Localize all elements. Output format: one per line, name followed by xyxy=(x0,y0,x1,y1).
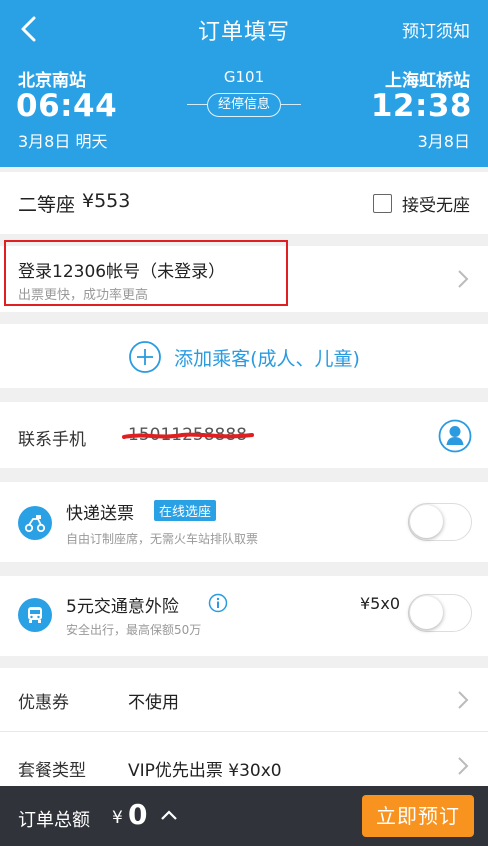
login-12306-row[interactable]: 登录12306帐号（未登录） 出票更快，成功率更高 xyxy=(0,246,488,312)
ticket-delivery-row: 快递送票 在线选座 自由订制座席，无需火车站排队取票 xyxy=(0,482,488,562)
login-subtitle: 出票更快，成功率更高 xyxy=(18,288,149,303)
redaction-scribble xyxy=(122,432,254,439)
insurance-price: ¥5x0 xyxy=(359,594,400,613)
order-total-value: 0 xyxy=(128,798,148,831)
coupon-value: 不使用 xyxy=(128,693,179,713)
divider-left xyxy=(187,104,207,105)
accept-no-seat-label: 接受无座 xyxy=(402,195,470,216)
arrival-time: 12:38 xyxy=(370,88,472,124)
insurance-toggle[interactable] xyxy=(408,594,472,632)
seat-class: 二等座 xyxy=(18,194,76,216)
add-passenger-label: 添加乘客(成人、儿童) xyxy=(174,347,360,370)
chevron-right-icon xyxy=(458,691,469,709)
add-passenger-row: 添加乘客(成人、儿童) xyxy=(0,324,488,388)
plus-circle-icon xyxy=(129,341,161,373)
chevron-up-icon[interactable] xyxy=(160,808,178,822)
contact-picker-icon[interactable] xyxy=(438,419,472,453)
insurance-subtitle: 安全出行，最高保额50万 xyxy=(66,623,202,637)
stops-info: 经停信息 xyxy=(187,93,301,117)
delivery-subtitle: 自由订制座席，无需火车站排队取票 xyxy=(66,532,259,546)
delivery-title: 快递送票 xyxy=(66,504,134,524)
divider-right xyxy=(281,104,301,105)
booking-notice-link[interactable]: 预订须知 xyxy=(402,17,470,42)
delivery-toggle[interactable] xyxy=(408,503,472,541)
trip-header: 订单填写 预订须知 北京南站 06:44 3月8日 明天 G101 经停信息 上… xyxy=(0,0,488,167)
seat-price: ¥553 xyxy=(82,190,131,212)
chevron-right-icon xyxy=(458,757,469,775)
toggle-knob xyxy=(410,596,443,629)
insurance-row: 5元交通意外险 安全出行，最高保额50万 ¥5x0 xyxy=(0,576,488,656)
bus-icon xyxy=(18,598,52,632)
toggle-knob xyxy=(410,505,443,538)
coupon-row[interactable]: 优惠券 不使用 xyxy=(0,668,488,732)
departure-date: 3月8日 明天 xyxy=(18,132,108,151)
book-now-button[interactable]: 立即预订 xyxy=(362,795,474,837)
chevron-right-icon xyxy=(458,270,469,288)
scooter-icon xyxy=(18,506,52,540)
online-seat-badge: 在线选座 xyxy=(154,500,217,521)
info-icon[interactable] xyxy=(208,593,228,613)
contact-phone-label: 联系手机 xyxy=(18,430,86,450)
insurance-title: 5元交通意外险 xyxy=(66,597,179,617)
checkbox-box[interactable] xyxy=(373,193,392,213)
arrival-date: 3月8日 xyxy=(417,132,470,151)
stops-info-button[interactable]: 经停信息 xyxy=(207,93,281,117)
navbar: 订单填写 预订须知 xyxy=(0,0,488,58)
accept-no-seat-checkbox[interactable]: 接受无座 xyxy=(373,192,470,216)
departure-time: 06:44 xyxy=(16,88,118,124)
coupon-label: 优惠券 xyxy=(18,693,69,713)
order-total-label: 订单总额 xyxy=(18,810,90,831)
currency-symbol: ¥ xyxy=(112,808,123,828)
add-passenger-button[interactable]: 添加乘客(成人、儿童) xyxy=(0,340,488,374)
package-label: 套餐类型 xyxy=(18,761,86,781)
seat-row: 二等座 ¥553 接受无座 xyxy=(0,172,488,234)
contact-phone-row: 联系手机 15011258888 xyxy=(0,402,488,468)
package-value: VIP优先出票 ¥30x0 xyxy=(128,761,282,781)
login-title: 登录12306帐号（未登录） xyxy=(18,262,226,282)
order-total-bar: 订单总额 ¥ 0 立即预订 xyxy=(0,786,488,846)
